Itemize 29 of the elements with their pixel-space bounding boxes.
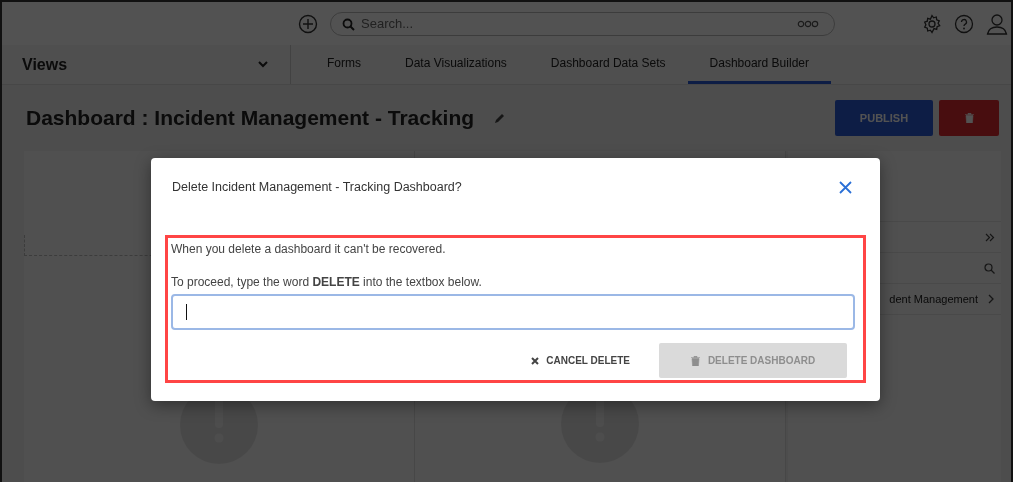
views-label: Views	[22, 55, 68, 74]
warning-message: When you delete a dashboard it can't be recovered.	[171, 242, 447, 256]
chevron-right-icon[interactable]	[988, 294, 995, 304]
settings-icon[interactable]	[922, 13, 942, 34]
search-icon[interactable]	[984, 262, 995, 274]
search-icon	[342, 17, 355, 31]
publish-button[interactable]: PUBLISH	[835, 100, 933, 136]
page-title: Dashboard : Incident Management - Tracking	[26, 106, 475, 130]
side-item-label[interactable]: dent Management	[889, 293, 978, 305]
more-icon[interactable]	[797, 19, 819, 28]
pencil-icon[interactable]	[494, 112, 507, 124]
nav-tab[interactable]: Dashboard Builder	[687, 45, 831, 84]
cancel-delete-button[interactable]: CANCEL DELETE	[530, 350, 631, 371]
confirm-input-field[interactable]	[171, 294, 855, 330]
instruction-text: To proceed, type the word DELETE into the textbox below.	[171, 275, 483, 289]
delete-button[interactable]	[939, 100, 999, 136]
help-icon[interactable]	[954, 13, 974, 34]
close-icon	[531, 356, 540, 365]
dialog-title: Delete Incident Management - Tracking Dashboard?	[172, 180, 462, 194]
nav-tab[interactable]: Data Visualizations	[383, 45, 529, 84]
nav-tab[interactable]: Forms	[305, 45, 383, 84]
trash-icon	[964, 112, 974, 123]
nav-tab[interactable]: Dashboard Data Sets	[528, 45, 688, 84]
double-chevron-icon[interactable]	[985, 232, 995, 242]
chevron-down-icon[interactable]	[258, 61, 268, 68]
close-icon[interactable]	[839, 180, 852, 194]
user-icon[interactable]	[986, 12, 1008, 35]
trash-icon	[690, 355, 700, 366]
add-icon[interactable]	[298, 13, 318, 34]
